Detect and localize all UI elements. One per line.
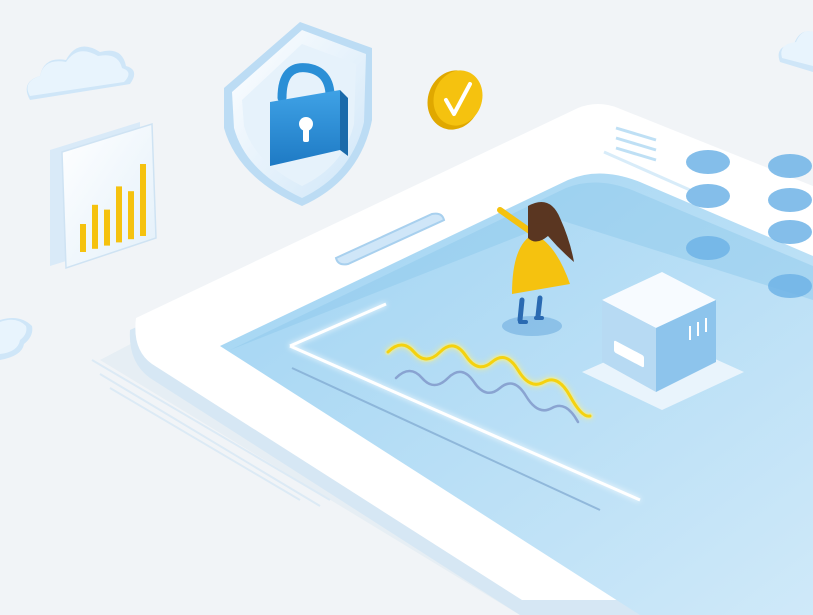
dot-marker bbox=[768, 188, 812, 212]
chart-bar bbox=[80, 224, 86, 252]
chart-bar bbox=[128, 191, 134, 240]
chart-bar bbox=[92, 204, 98, 249]
dot-marker bbox=[686, 150, 730, 174]
dot-marker bbox=[768, 274, 812, 298]
dot-marker bbox=[686, 236, 730, 260]
chart-bar bbox=[104, 209, 110, 246]
dot-marker bbox=[686, 184, 730, 208]
chart-bar bbox=[140, 164, 146, 236]
chart-bar bbox=[116, 186, 122, 243]
dot-marker bbox=[768, 154, 812, 178]
dot-marker bbox=[768, 220, 812, 244]
security-illustration bbox=[0, 0, 813, 615]
